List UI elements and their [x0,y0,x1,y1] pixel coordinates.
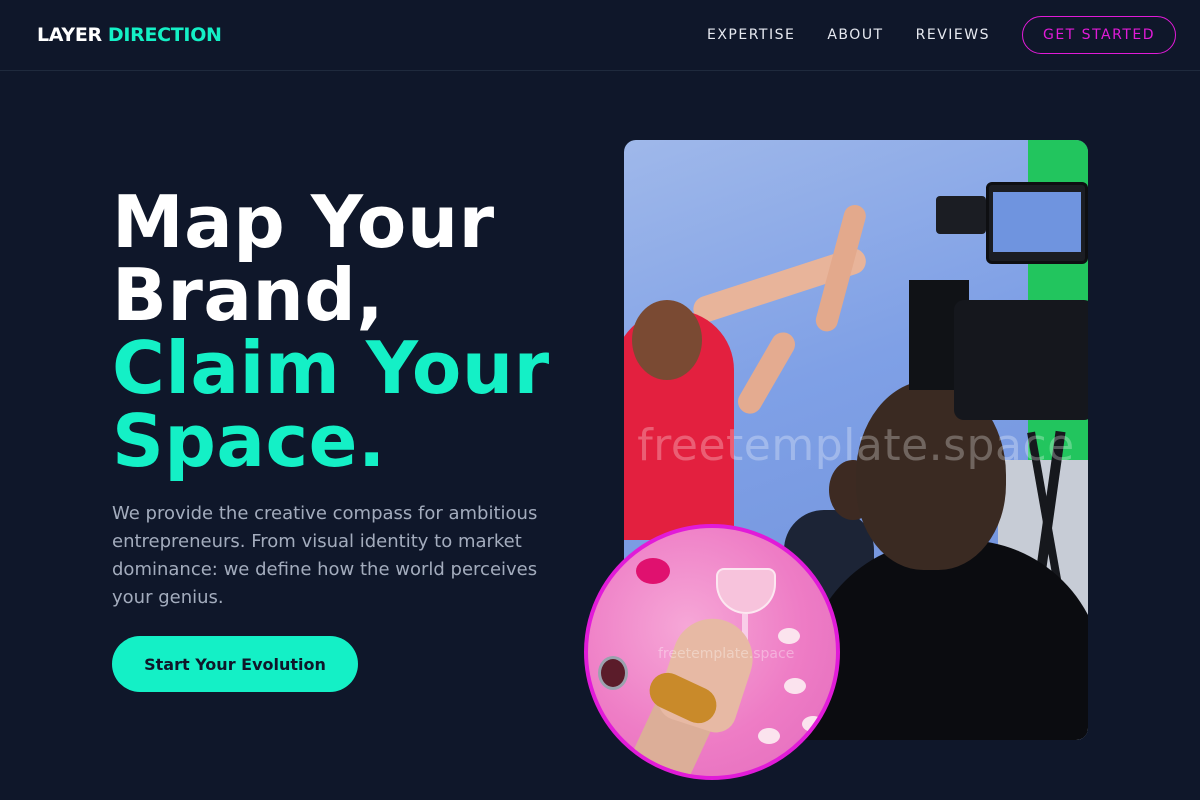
circle-watermark-text: freetemplate.space [658,646,795,662]
headline-line-1: Map Your [112,180,495,264]
circle-photo: freetemplate.space [584,524,840,780]
logo-accent-text: DIRECTION [107,24,222,46]
petal [802,716,824,732]
headline-line-3: Claim Your [112,326,550,410]
camera-viewfinder [936,196,986,234]
film-camera [954,300,1088,420]
candy [636,558,670,584]
headline-line-4: Space. [112,399,386,483]
nav-link-about[interactable]: ABOUT [827,27,883,43]
candy [598,656,628,690]
petal [758,728,780,744]
nav-link-expertise[interactable]: EXPERTISE [707,27,795,43]
hero-headline: Map Your Brand, Claim Your Space. [112,186,582,478]
petal [778,628,800,644]
petal [784,678,806,694]
watermark-text: freetemplate.space [637,420,1075,471]
hero-description: We provide the creative compass for ambi… [112,503,538,608]
cocktail-glass [716,568,776,614]
camera-monitor-screen [993,192,1081,252]
nav-link-reviews[interactable]: REVIEWS [916,27,990,43]
headline-line-2: Brand, [112,253,385,337]
raised-arm [733,328,800,418]
person-head [632,300,702,380]
start-evolution-button[interactable]: Start Your Evolution [112,636,358,692]
nav-links: EXPERTISE ABOUT REVIEWS GET STARTED [707,16,1176,54]
get-started-button[interactable]: GET STARTED [1021,16,1176,54]
logo-primary-text: LAYER [37,24,102,46]
top-nav: LAYER DIRECTION EXPERTISE ABOUT REVIEWS … [0,0,1200,71]
brand-logo[interactable]: LAYER DIRECTION [37,24,222,46]
